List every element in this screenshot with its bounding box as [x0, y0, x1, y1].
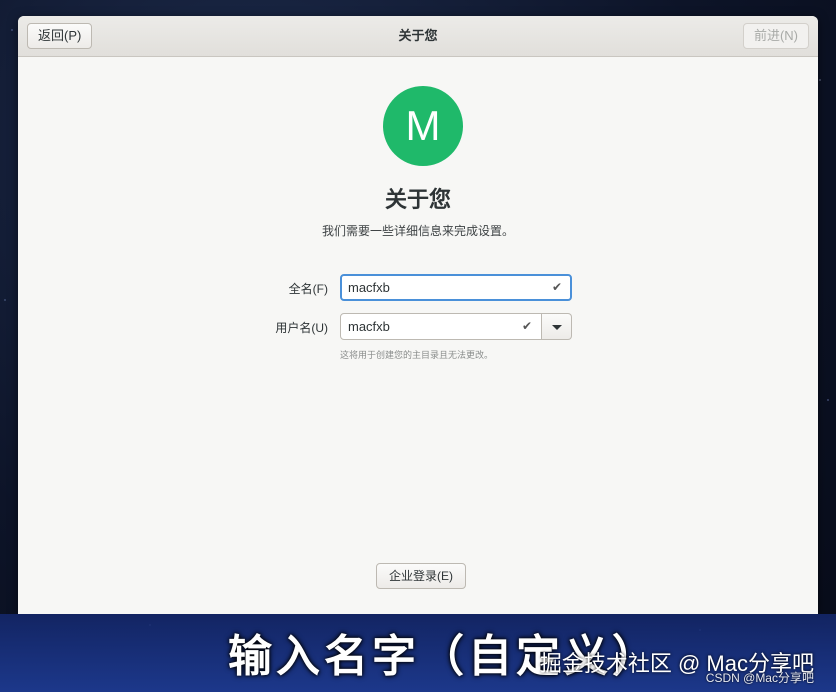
- fullname-label: 全名(F): [288, 282, 328, 296]
- username-hint: 这将用于创建您的主目录且无法更改。: [340, 350, 494, 360]
- enterprise-login-button[interactable]: 企业登录(E): [376, 563, 466, 589]
- username-input[interactable]: macfxb: [340, 313, 542, 340]
- check-icon: ✔: [552, 280, 563, 294]
- check-icon: ✔: [522, 319, 533, 333]
- username-combo: macfxb ✔: [340, 313, 572, 340]
- header-bar: 返回(P) 关于您 前进(N): [18, 16, 818, 57]
- username-label: 用户名(U): [275, 321, 328, 335]
- chevron-down-icon[interactable]: [542, 313, 572, 340]
- page-title: 关于您: [384, 187, 451, 212]
- window-title: 关于您: [398, 28, 438, 43]
- setup-window: 返回(P) 关于您 前进(N) M 关于您 我们需要一些详细信息来完成设置。 全…: [18, 16, 818, 614]
- watermark-sub: CSDN @Mac分享吧: [705, 671, 814, 685]
- avatar[interactable]: M: [383, 86, 463, 166]
- next-button[interactable]: 前进(N): [742, 23, 809, 49]
- fullname-input[interactable]: macfxb: [340, 274, 572, 301]
- page-subtitle: 我们需要一些详细信息来完成设置。: [321, 224, 514, 238]
